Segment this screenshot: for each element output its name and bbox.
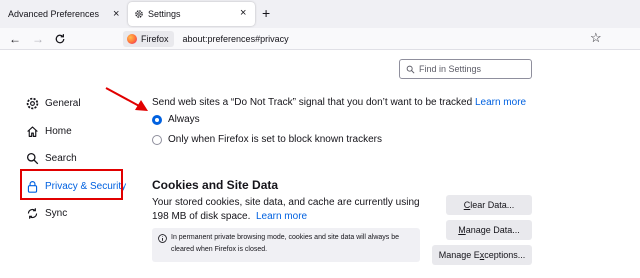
dnt-text: Send web sites a “Do Not Track” signal t… [152, 97, 473, 108]
sidebar-item-search[interactable]: Search [26, 149, 77, 167]
new-tab-button[interactable]: + [262, 5, 270, 21]
highlight-box [20, 169, 123, 200]
search-icon [406, 65, 415, 73]
url-text[interactable]: about:preferences#privacy [183, 34, 289, 44]
gear-icon [26, 97, 39, 109]
sidebar-item-label: General [45, 97, 81, 109]
info-icon [158, 234, 167, 243]
btn-label-post: anage Data... [465, 225, 520, 235]
cookies-section-title: Cookies and Site Data [152, 178, 279, 192]
gear-icon [135, 10, 143, 18]
dnt-label: Send web sites a “Do Not Track” signal t… [152, 97, 526, 108]
tab-bar: Advanced Preferences × Settings × + [0, 0, 640, 28]
radio-label: Only when Firefox is set to block known … [168, 134, 382, 145]
tab-label: Advanced Preferences [8, 9, 100, 19]
btn-label-pre: Manage E [438, 250, 480, 260]
sidebar-item-label: Home [45, 125, 72, 137]
dnt-always-radio[interactable]: Always [152, 114, 200, 125]
bookmark-star-icon[interactable]: ☆ [590, 30, 602, 46]
find-in-settings-input[interactable]: Find in Settings [399, 59, 532, 79]
sidebar-item-label: Search [45, 152, 77, 164]
identity-box[interactable]: Firefox [123, 31, 174, 47]
close-icon[interactable]: × [240, 7, 246, 19]
annotation-arrow [105, 87, 148, 111]
nav-bar: ← → Firefox about:preferences#privacy ☆ [0, 28, 640, 50]
btn-label-post: ceptions... [484, 250, 526, 260]
close-icon[interactable]: × [113, 8, 119, 20]
home-icon [27, 125, 38, 137]
radio-unchecked-icon[interactable] [152, 134, 162, 145]
radio-checked-icon[interactable] [152, 114, 162, 125]
sidebar-item-label: Sync [45, 207, 68, 219]
url-bar[interactable]: Firefox about:preferences#privacy [123, 30, 608, 48]
private-browsing-info-box: In permanent private browsing mode, cook… [152, 228, 420, 262]
dnt-only-when-blocking-radio[interactable]: Only when Firefox is set to block known … [152, 134, 382, 145]
manage-exceptions-button[interactable]: Manage Ex ceptions... [432, 245, 532, 265]
dnt-learn-more-link[interactable]: Learn more [475, 97, 526, 108]
sidebar-item-general[interactable]: General [26, 94, 81, 112]
tab-label: Settings [148, 9, 181, 19]
tab-advanced-preferences[interactable]: Advanced Preferences × [0, 0, 125, 28]
btn-accesskey: M [458, 225, 466, 235]
reload-button[interactable] [52, 31, 68, 47]
back-button[interactable]: ← [7, 31, 23, 47]
search-placeholder: Find in Settings [419, 64, 482, 74]
sidebar-item-sync[interactable]: Sync [26, 204, 67, 222]
search-icon [26, 152, 39, 164]
tab-settings[interactable]: Settings × [128, 2, 255, 26]
cookies-description: Your stored cookies, site data, and cach… [152, 196, 432, 224]
info-text: In permanent private browsing mode, cook… [171, 234, 400, 253]
firefox-logo-icon [127, 34, 137, 44]
identity-label: Firefox [141, 34, 169, 44]
radio-label: Always [168, 114, 200, 125]
cookies-learn-more-link[interactable]: Learn more [256, 211, 307, 222]
forward-button[interactable]: → [30, 31, 46, 47]
reload-icon [55, 34, 65, 44]
sidebar-item-home[interactable]: Home [26, 122, 72, 140]
btn-label-post: lear Data... [470, 200, 515, 210]
sync-icon [27, 207, 38, 219]
clear-data-button[interactable]: Clear Data... [446, 195, 532, 215]
manage-data-button[interactable]: Manage Data... [446, 220, 532, 240]
